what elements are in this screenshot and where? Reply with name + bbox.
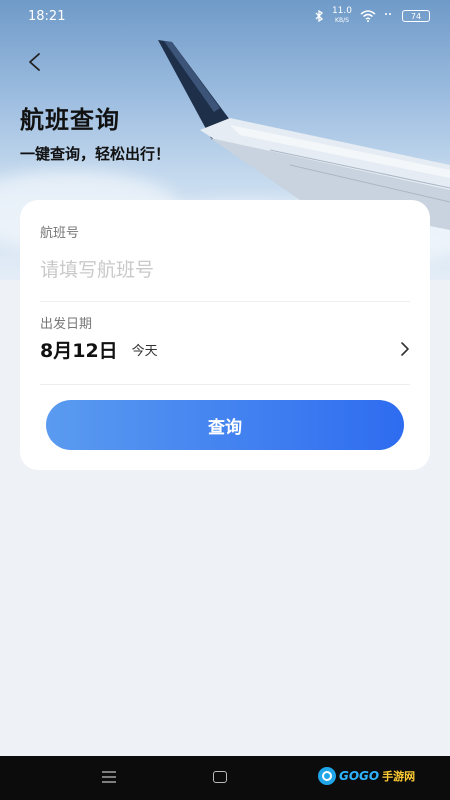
network-speed: 11.0 KB/S [332, 7, 352, 25]
watermark-brand: GOGO [339, 769, 380, 783]
departure-date-selector[interactable]: 8月12日 今天 [40, 334, 410, 364]
flight-number-label: 航班号 [40, 226, 80, 241]
flight-search-card: 航班号 出发日期 8月12日 今天 查询 [20, 200, 430, 470]
departure-date-hint: 今天 [131, 343, 158, 359]
wifi-icon [360, 10, 376, 22]
chevron-left-icon [29, 53, 40, 71]
divider [40, 384, 410, 385]
status-bar: 18:21 11.0 KB/S 74 [0, 0, 450, 32]
status-time: 18:21 [28, 8, 66, 24]
signal-icon [385, 13, 391, 15]
system-nav-bar: GOGO 手游网 [0, 756, 450, 800]
battery-level: 74 [410, 11, 422, 21]
back-button[interactable] [22, 50, 46, 74]
divider [40, 301, 410, 302]
speed-unit: KB/S [335, 17, 349, 24]
status-icons: 11.0 KB/S 74 [314, 7, 430, 25]
watermark-icon [318, 767, 336, 785]
watermark-brand-cn: 手游网 [382, 770, 416, 783]
page-title: 航班查询 [20, 106, 120, 134]
query-button[interactable]: 查询 [46, 400, 404, 450]
watermark-logo: GOGO 手游网 [318, 767, 415, 785]
page-subtitle: 一键查询，轻松出行！ [20, 145, 171, 163]
departure-date-value: 8月12日 [40, 339, 118, 362]
battery-icon: 74 [402, 10, 430, 22]
chevron-right-icon [401, 342, 409, 356]
menu-icon[interactable] [101, 770, 117, 784]
speed-value: 11.0 [331, 6, 352, 16]
bluetooth-icon [315, 10, 323, 22]
home-button[interactable] [213, 771, 227, 783]
departure-date-label: 出发日期 [40, 317, 93, 332]
flight-number-input[interactable] [40, 252, 410, 288]
